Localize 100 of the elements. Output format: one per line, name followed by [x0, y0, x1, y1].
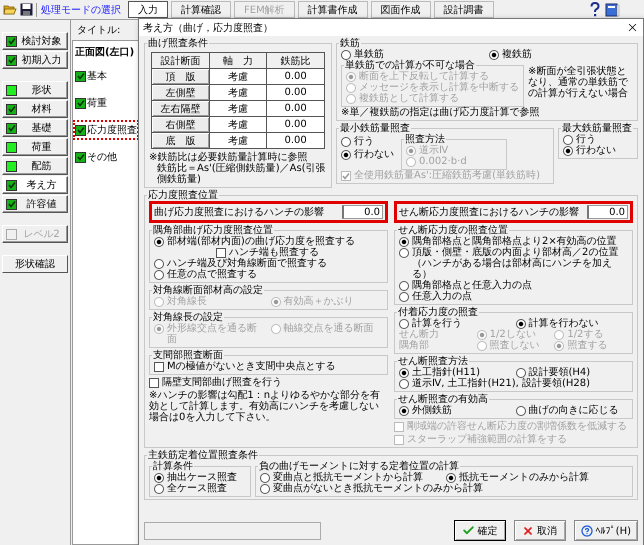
mode-button[interactable]: 入力: [128, 1, 168, 18]
group-title: 主鉄筋定着位置照査条件: [147, 450, 259, 461]
dialog-button[interactable]: 確定: [454, 520, 506, 541]
folder-icon[interactable]: [3, 3, 17, 16]
row-header: 右側壁: [152, 116, 210, 132]
table-cell[interactable]: 考慮: [209, 116, 267, 132]
note-text: 鉄筋比＝As'(圧縮側鉄筋量)／As(引張側鉄筋量): [156, 163, 327, 185]
tree-item[interactable]: 基本: [73, 66, 109, 86]
radio-option[interactable]: 道示Ⅳ, 土工指針(H21), 設計要領(H28): [399, 378, 628, 389]
radio-option[interactable]: 計算を行う: [399, 318, 512, 329]
menu-button[interactable]: 許容値: [2, 195, 68, 213]
column-header: 設計断面: [152, 52, 210, 68]
row-header: 左側壁: [152, 84, 210, 100]
column-header: 軸 力: [209, 52, 267, 68]
radio-option[interactable]: 行う: [341, 136, 397, 147]
radio-option[interactable]: 行わない: [341, 149, 397, 160]
table-cell[interactable]: 考慮: [209, 132, 267, 148]
group-title: 単鉄筋での計算が不可な場合: [344, 60, 476, 71]
group-title: 隅角部曲げ応力度照査位置: [152, 225, 274, 236]
save-icon[interactable]: [20, 3, 33, 16]
mode-button[interactable]: 設計調書: [434, 1, 494, 18]
checkbox-option[interactable]: 隔壁支間部曲げ照査を行う: [149, 377, 388, 388]
group-title: 最小鉄筋量照査: [339, 123, 411, 134]
menu-button[interactable]: 配筋: [2, 157, 68, 175]
row-header: 頂 版: [152, 68, 210, 84]
group-title: せん断照査方法: [397, 356, 469, 367]
checkbox-option[interactable]: ハンチ端も照査する: [216, 247, 383, 258]
radio-option[interactable]: 設計要領(H4): [516, 367, 628, 378]
book-icon[interactable]: [605, 2, 620, 16]
table-cell[interactable]: 0.00: [266, 84, 324, 100]
note-text: ※単／複鉄筋の指定は曲げ応力度計算で参照: [341, 107, 540, 118]
radio-option[interactable]: 任意の点で照査する: [154, 269, 383, 280]
group-title: 付着応力度の照査: [397, 307, 479, 318]
tree-item[interactable]: その他: [73, 147, 119, 167]
table-cell[interactable]: 0.00: [266, 100, 324, 116]
radio-option[interactable]: 複鉄筋: [489, 49, 633, 60]
table-cell[interactable]: 考慮: [209, 100, 267, 116]
radio-option[interactable]: 任意入力の点: [399, 291, 628, 302]
radio-option[interactable]: 頂版・側壁・底版の内面より部材高／2の位置（ハンチがある場合は部材高にハンチを加える）: [399, 247, 628, 280]
title-label: タイトル:: [76, 24, 122, 38]
group-title: 対角線長の設定: [152, 312, 224, 323]
group-title: せん断応力度の照査位置: [397, 225, 508, 236]
mode-button[interactable]: 計算確認: [171, 1, 231, 18]
radio-option[interactable]: 行わない: [563, 145, 633, 156]
radio-option[interactable]: 隅角部格点と隅角部格点より2×有効高の位置: [399, 236, 628, 247]
dialog-title: 考え方（曲げ，応力度照査）: [143, 22, 274, 34]
radio-option[interactable]: 計算を行わない: [516, 318, 628, 329]
radio-option[interactable]: 変曲点と抵抗モーメントから計算: [260, 472, 442, 483]
radio-option[interactable]: 行う: [563, 134, 633, 145]
menu-button[interactable]: 考え方: [2, 176, 68, 194]
dialog-button[interactable]: ﾍﾙﾌﾟ(H): [574, 520, 638, 541]
radio-option[interactable]: 部材端(部材内面)の曲げ応力度を照査する: [154, 236, 383, 247]
group-title: 負の曲げモーメントに対する定着位置の計算: [258, 461, 459, 472]
menu-button[interactable]: 初期入力: [2, 51, 68, 69]
option-label: 隅角部: [399, 340, 430, 351]
table-cell[interactable]: 考慮: [209, 68, 267, 84]
radio-option[interactable]: 外側鉄筋: [399, 405, 512, 416]
checkbox-option[interactable]: Mの極値がないとき支間中央点とする: [154, 361, 383, 372]
group-title: せん断照査の有効高: [397, 394, 489, 405]
note-text: ※鉄筋比は必要鉄筋量計算時に参照: [149, 152, 308, 163]
radio-option[interactable]: 単鉄筋: [341, 49, 485, 60]
radio-option[interactable]: 隅角部格点と任意入力の点: [399, 280, 628, 291]
note-text: ※断面が全引張状態となり、通常の単鉄筋での計算が行えない場合: [528, 66, 629, 99]
group-title: 鉄筋: [339, 38, 361, 49]
group-title: 最大鉄筋量照査: [561, 123, 633, 134]
table-cell[interactable]: 考慮: [209, 84, 267, 100]
tree-item[interactable]: 荷重: [73, 93, 109, 113]
field-label: せん断応力度照査におけるハンチの影響: [399, 206, 580, 219]
dialog-button[interactable]: 取消: [514, 520, 566, 541]
note-text: ※ハンチの影響は勾配1：nよりゆるやかな部分を有効として計算します。有効高にハンチを考慮しない場合は0を入力して下さい。: [149, 390, 382, 423]
cross-icon: [522, 524, 534, 536]
radio-option[interactable]: 土工指針(H11): [399, 367, 512, 378]
radio-option[interactable]: 抽出ケース照査: [154, 472, 246, 483]
radio-option[interactable]: 変曲点がないとき抵抗モーメントのみから計算: [260, 483, 628, 494]
haunch-input[interactable]: 0.0: [587, 205, 628, 219]
haunch-input[interactable]: 0.0: [342, 205, 383, 219]
menu-button[interactable]: 荷重: [2, 138, 68, 156]
help-icon: [580, 524, 593, 536]
table-cell[interactable]: 0.00: [266, 68, 324, 84]
mode-button[interactable]: 計算書作成: [298, 1, 368, 18]
table-cell[interactable]: 0.00: [266, 116, 324, 132]
group-title: 応力度照査位置: [147, 190, 219, 201]
menu-button[interactable]: 材料: [2, 100, 68, 118]
column-header: 鉄筋比: [266, 52, 324, 68]
menu-button[interactable]: 形状: [2, 81, 68, 99]
menu-button[interactable]: 検討対象: [2, 32, 68, 50]
radio-option[interactable]: 全ケース照査: [154, 483, 246, 494]
row-header: 左右隔壁: [152, 100, 210, 116]
radio-option[interactable]: 曲げの向きに応じる: [516, 405, 628, 416]
mode-button[interactable]: 図面作成: [370, 1, 431, 18]
menu-button[interactable]: 基礎: [2, 119, 68, 137]
option-label: せん断力: [399, 329, 440, 340]
table-cell[interactable]: 0.00: [266, 132, 324, 148]
group-title: 曲げ照査条件: [147, 38, 209, 49]
group-title: 計算条件: [152, 461, 194, 472]
mode-label: 処理モードの選択: [36, 2, 125, 16]
radio-option[interactable]: ハンチ端及び対角線断面で照査する: [154, 258, 383, 269]
radio-option[interactable]: 抵抗モーメントのみから計算: [446, 472, 628, 483]
shape-check-button[interactable]: 形状確認: [2, 255, 68, 273]
help-icon[interactable]: [588, 2, 602, 17]
